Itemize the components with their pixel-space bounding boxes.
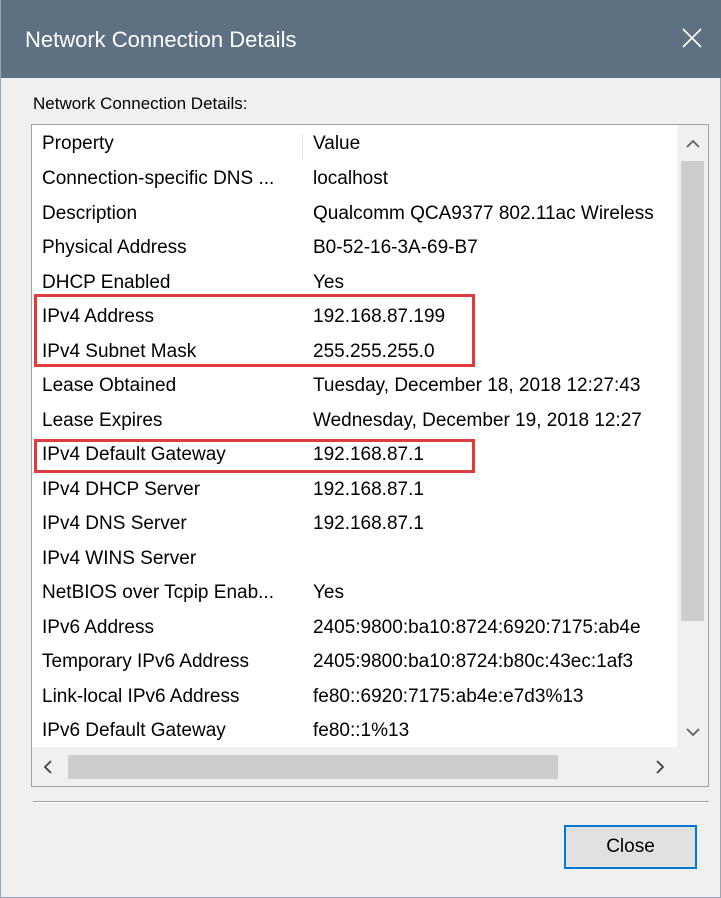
column-header-value[interactable]: Value <box>313 127 678 161</box>
column-header-property[interactable]: Property <box>42 127 308 161</box>
row-value: 192.168.87.1 <box>313 444 424 465</box>
row-value: fe80::1%13 <box>313 720 410 741</box>
row-property: Lease Expires <box>42 409 163 431</box>
row-property: IPv4 WINS Server <box>42 547 197 569</box>
horizontal-scrollbar[interactable] <box>32 747 678 786</box>
row-property: Physical Address <box>42 237 187 258</box>
row-property: Description <box>42 202 138 224</box>
row-value: Yes <box>313 271 344 293</box>
table-row[interactable]: Physical Address B0-52-16-3A-69-B7 <box>32 231 678 266</box>
table-row[interactable]: Link-local IPv6 Address fe80::6920:7175:a… <box>32 680 678 715</box>
table-row[interactable]: IPv4 DNS Server 192.168.87.1 <box>32 507 678 542</box>
row-value: B0-52-16-3A-69-B7 <box>313 237 478 258</box>
row-property: Link-local IPv6 Address <box>42 685 240 707</box>
window-title: Network Connection Details <box>25 27 297 52</box>
vertical-scroll-thumb[interactable] <box>681 161 704 621</box>
row-value: Yes <box>313 582 344 603</box>
row-property: NetBIOS over Tcpip Enab... <box>42 582 274 603</box>
row-value: fe80::6920:7175:ab4e:e7d3%13 <box>313 685 584 707</box>
row-value: Wednesday, December 19, 2018 12:27 <box>313 409 642 431</box>
scroll-up-icon[interactable] <box>677 127 708 161</box>
details-rows: Property Value Connection-specific DNS .… <box>32 125 678 747</box>
row-property: Temporary IPv6 Address <box>42 651 249 672</box>
row-value: 2405:9800:ba10:8724:6920:7175:ab4e <box>313 616 641 638</box>
table-row[interactable]: IPv4 Address 192.168.87.199 <box>32 300 678 335</box>
vertical-scrollbar[interactable] <box>677 125 708 747</box>
network-connection-details-window: Network Connection Details Network Conne… <box>0 0 721 898</box>
row-value: 2405:9800:ba10:8724:b80c:43ec:1af3 <box>313 651 634 672</box>
row-property: IPv4 Default Gateway <box>42 444 226 465</box>
title-bar[interactable]: Network Connection Details <box>1 0 721 78</box>
row-value: 192.168.87.199 <box>313 306 446 327</box>
scroll-down-icon[interactable] <box>677 715 708 749</box>
row-value: Tuesday, December 18, 2018 12:27:43 <box>313 375 641 396</box>
table-row[interactable]: IPv4 DHCP Server 192.168.87.1 <box>32 473 678 508</box>
row-value: 192.168.87.1 <box>313 513 424 534</box>
scrollbar-corner <box>677 747 708 786</box>
horizontal-scroll-thumb[interactable] <box>68 755 558 779</box>
footer-divider <box>33 801 709 803</box>
table-row[interactable]: Temporary IPv6 Address 2405:9800:ba10:872… <box>32 645 678 680</box>
table-row[interactable]: IPv6 Address 2405:9800:ba10:8724:6920:717… <box>32 611 678 646</box>
row-property: Connection-specific DNS ... <box>42 168 275 189</box>
table-row[interactable]: IPv6 Default Gateway fe80::1%13 <box>32 714 678 747</box>
table-row[interactable]: Description Qualcomm QCA9377 802.11ac Wir… <box>32 197 678 232</box>
table-row[interactable]: IPv4 Subnet Mask 255.255.255.0 <box>32 335 678 370</box>
row-property: IPv4 Subnet Mask <box>42 340 197 362</box>
row-value: localhost <box>313 168 388 189</box>
row-property: IPv6 Default Gateway <box>42 720 226 741</box>
table-row[interactable]: NetBIOS over Tcpip Enab... Yes <box>32 576 678 611</box>
scroll-left-icon[interactable] <box>32 747 64 786</box>
row-value: 192.168.87.1 <box>313 478 424 500</box>
column-separator[interactable] <box>302 133 303 159</box>
column-header-row: Property Value <box>32 127 678 162</box>
row-property: IPv4 DHCP Server <box>42 478 201 500</box>
table-row[interactable]: IPv4 Default Gateway 192.168.87.1 <box>32 438 678 473</box>
close-button[interactable]: Close <box>564 825 697 869</box>
row-property: DHCP Enabled <box>42 271 171 293</box>
row-property: Lease Obtained <box>42 375 177 396</box>
row-property: IPv4 Address <box>42 306 154 327</box>
details-list[interactable]: Property Value Connection-specific DNS .… <box>31 124 709 787</box>
row-value: 255.255.255.0 <box>313 340 435 362</box>
details-group-label: Network Connection Details: <box>33 94 248 113</box>
row-value: Qualcomm QCA9377 802.11ac Wireless <box>313 202 654 224</box>
scroll-right-icon[interactable] <box>644 747 676 786</box>
table-row[interactable]: DHCP Enabled Yes <box>32 266 678 301</box>
table-row[interactable]: IPv4 WINS Server <box>32 542 678 577</box>
close-icon[interactable] <box>662 8 721 68</box>
table-row[interactable]: Lease Expires Wednesday, December 19, 201… <box>32 404 678 439</box>
table-row[interactable]: Connection-specific DNS ... localhost <box>32 162 678 197</box>
table-row[interactable]: Lease Obtained Tuesday, December 18, 2018… <box>32 369 678 404</box>
row-property: IPv4 DNS Server <box>42 513 187 534</box>
row-property: IPv6 Address <box>42 616 154 638</box>
